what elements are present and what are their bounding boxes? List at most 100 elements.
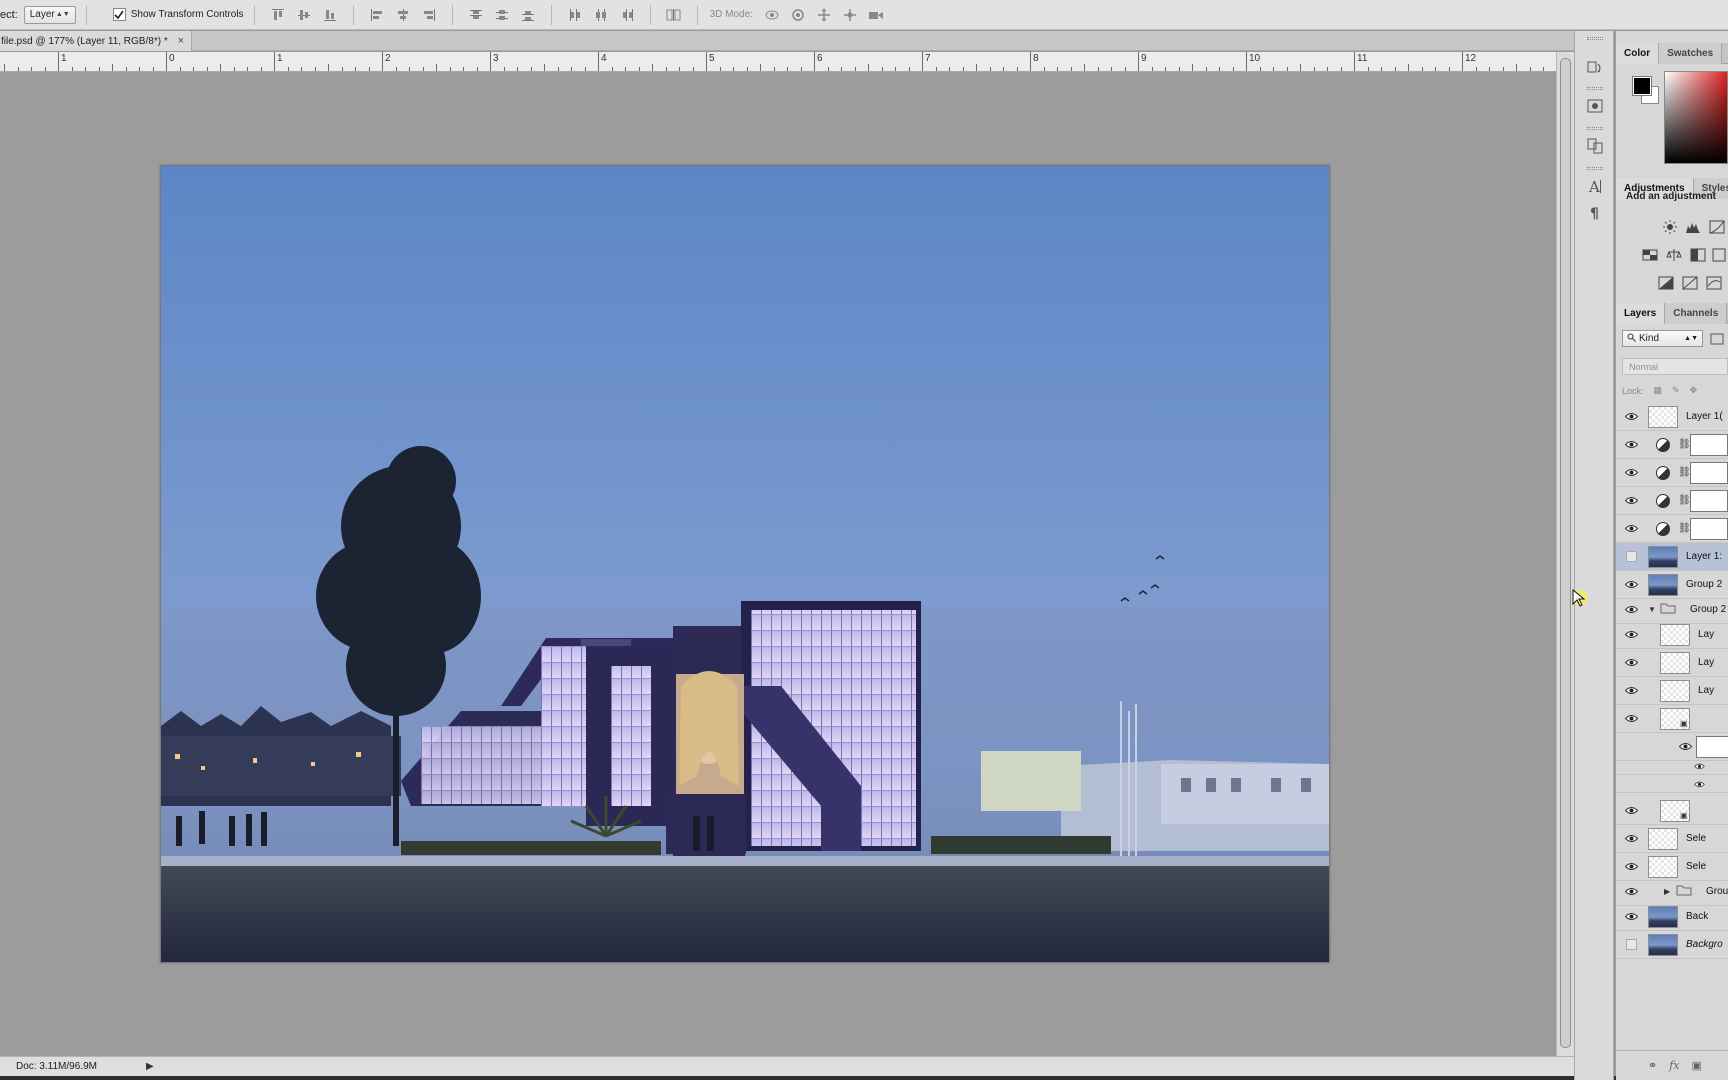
layer-name[interactable]: Group 2 <box>1690 604 1726 615</box>
layer-row[interactable]: Back <box>1616 903 1728 931</box>
color-spectrum[interactable] <box>1664 71 1728 164</box>
layer-name[interactable]: Group 2 <box>1686 579 1722 590</box>
layer-row[interactable]: ▶ Grou <box>1616 878 1728 906</box>
visibility-eye-icon[interactable] <box>1624 411 1639 423</box>
filter-image-icon[interactable] <box>1709 332 1725 346</box>
visibility-eye-icon[interactable] <box>1624 657 1639 669</box>
photo-filter-icon[interactable] <box>1712 248 1728 262</box>
3d-pan-icon[interactable] <box>815 6 833 24</box>
visibility-eye-icon[interactable] <box>1624 861 1639 873</box>
align-top-icon[interactable] <box>269 6 287 24</box>
visibility-off-icon[interactable] <box>1624 939 1639 951</box>
brightness-icon[interactable] <box>1662 220 1678 234</box>
distribute-hcenter-icon[interactable] <box>592 6 610 24</box>
lock-transparent-icon[interactable]: ▦ <box>1654 385 1663 396</box>
align-horizontal-center-icon[interactable] <box>394 6 412 24</box>
layer-row[interactable]: Backgro <box>1616 931 1728 959</box>
visibility-eye-icon[interactable] <box>1624 439 1639 451</box>
black-white-icon[interactable] <box>1690 248 1706 262</box>
show-transform-checkbox[interactable]: Show Transform Controls <box>112 8 244 21</box>
doc-size-readout[interactable]: Doc: 3.11M/96.9M <box>16 1061 97 1072</box>
vertical-scrollbar[interactable] <box>1556 52 1574 1056</box>
visibility-eye-icon[interactable] <box>1624 685 1639 697</box>
layer-row[interactable]: ▣ <box>1616 705 1728 733</box>
distribute-right-icon[interactable] <box>618 6 636 24</box>
layer-row[interactable]: ⛓ <box>1616 431 1728 459</box>
layer-thumbnail[interactable] <box>1660 679 1690 702</box>
history-icon[interactable] <box>1583 57 1607 79</box>
layer-row[interactable]: ▣ <box>1616 797 1728 825</box>
3d-roll-icon[interactable] <box>789 6 807 24</box>
link-icon[interactable]: ⛓ <box>1678 523 1691 534</box>
3d-orbit-icon[interactable] <box>763 6 781 24</box>
layer-name[interactable]: Sele <box>1686 861 1706 872</box>
visibility-eye-icon[interactable] <box>1624 886 1639 898</box>
layer-mask-thumbnail[interactable] <box>1690 461 1728 484</box>
distribute-vcenter-icon[interactable] <box>493 6 511 24</box>
visibility-eye-icon[interactable] <box>1624 629 1639 641</box>
3d-slide-icon[interactable] <box>841 6 859 24</box>
character-icon[interactable]: A <box>1583 175 1607 197</box>
dock-grip[interactable] <box>1587 167 1603 170</box>
layer-thumbnail[interactable] <box>1648 905 1678 928</box>
distribute-top-icon[interactable] <box>467 6 485 24</box>
layer-thumbnail[interactable] <box>1648 827 1678 850</box>
align-vertical-center-icon[interactable] <box>295 6 313 24</box>
layer-name[interactable]: Sele <box>1686 833 1706 844</box>
horizontal-ruler[interactable]: 1 0 1 2 3 4 5 6 7 8 9 10 11 12 <box>0 52 1556 72</box>
layer-thumbnail[interactable] <box>1648 545 1678 568</box>
layer-row[interactable] <box>1616 757 1728 775</box>
link-icon[interactable]: ⛓ <box>1678 439 1691 450</box>
layer-row[interactable]: Group 2 <box>1616 571 1728 599</box>
clone-source-icon[interactable] <box>1583 135 1607 157</box>
tab-layers[interactable]: Layers <box>1616 303 1666 324</box>
visibility-off-icon[interactable] <box>1624 551 1639 563</box>
layer-name[interactable]: Grou <box>1706 886 1728 897</box>
layer-row[interactable]: Sele <box>1616 853 1728 881</box>
dock-grip[interactable] <box>1587 37 1603 40</box>
layer-row[interactable]: ⛓ <box>1616 515 1728 543</box>
layer-thumbnail[interactable] <box>1648 933 1678 956</box>
layer-row[interactable]: ▼ Group 2 <box>1616 596 1728 624</box>
align-bottom-icon[interactable] <box>321 6 339 24</box>
chevron-right-icon[interactable]: ▶ <box>1664 887 1670 896</box>
layer-filter-kind[interactable]: Kind ▲▼ <box>1622 330 1703 347</box>
layer-mask-thumbnail[interactable] <box>1690 489 1728 512</box>
layer-name[interactable]: Lay <box>1698 685 1714 696</box>
visibility-eye-icon[interactable] <box>1624 713 1639 725</box>
visibility-eye-icon[interactable] <box>1624 495 1639 507</box>
tab-color[interactable]: Color <box>1616 43 1660 64</box>
visibility-eye-icon[interactable] <box>1678 741 1693 753</box>
layer-row[interactable]: ⛓ <box>1616 459 1728 487</box>
visibility-eye-icon[interactable] <box>1624 579 1639 591</box>
color-balance-icon[interactable] <box>1666 248 1682 262</box>
paragraph-icon[interactable]: ¶ <box>1583 201 1607 223</box>
visibility-eye-icon[interactable] <box>1694 761 1706 771</box>
lock-paint-icon[interactable]: ✎ <box>1672 385 1680 396</box>
scrollbar-thumb[interactable] <box>1560 58 1571 1048</box>
gradient-map-icon[interactable] <box>1706 276 1722 290</box>
layer-name[interactable]: Lay <box>1698 629 1714 640</box>
layer-row[interactable]: ⛓ <box>1616 487 1728 515</box>
blend-mode-select[interactable]: Normal <box>1622 358 1728 375</box>
document-tab[interactable]: file.psd @ 177% (Layer 11, RGB/8*) * × <box>0 31 192 51</box>
visibility-eye-icon[interactable] <box>1624 805 1639 817</box>
auto-select-dropdown[interactable]: Layer ▲▼ <box>23 5 76 24</box>
levels-icon[interactable] <box>1685 220 1701 234</box>
visibility-eye-icon[interactable] <box>1624 911 1639 923</box>
foreground-color-swatch[interactable] <box>1632 76 1652 96</box>
properties-icon[interactable] <box>1583 95 1607 117</box>
layer-name[interactable]: Layer 1: <box>1686 551 1722 562</box>
close-icon[interactable]: × <box>178 35 184 47</box>
layer-row[interactable]: Lay <box>1616 677 1728 705</box>
layer-thumbnail[interactable] <box>1660 623 1690 646</box>
curves-icon[interactable] <box>1709 220 1725 234</box>
align-right-icon[interactable] <box>420 6 438 24</box>
play-icon[interactable]: ▶ <box>146 1061 154 1072</box>
tab-channels[interactable]: Channels <box>1665 303 1728 324</box>
distribute-bottom-icon[interactable] <box>519 6 537 24</box>
layer-thumbnail[interactable] <box>1648 855 1678 878</box>
link-layers-icon[interactable]: ⚭ <box>1648 1059 1657 1072</box>
layer-row[interactable] <box>1616 775 1728 793</box>
layer-name[interactable]: Lay <box>1698 657 1714 668</box>
